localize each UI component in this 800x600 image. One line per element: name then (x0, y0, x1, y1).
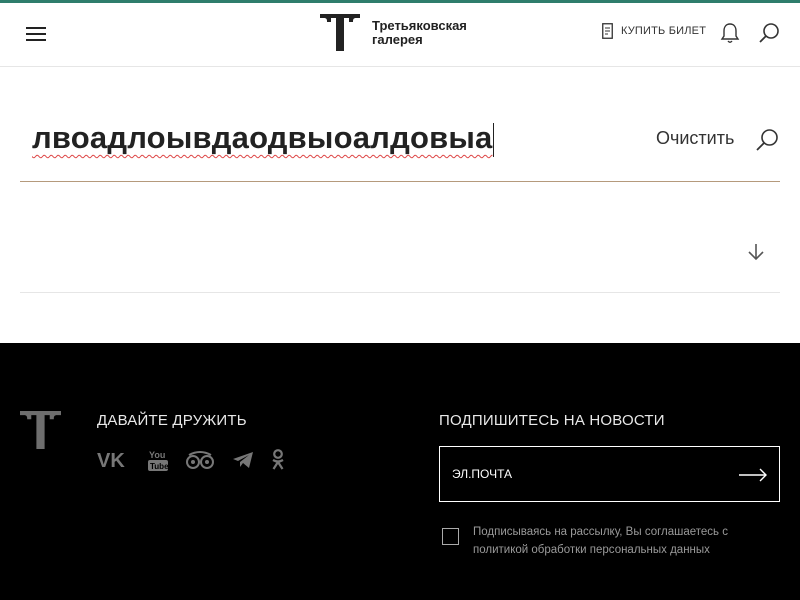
logo-line-2: галерея (372, 31, 423, 47)
site-footer: ДАВАЙТЕ ДРУЖИТЬ VK You Tube ПОДПИШИТЕСЬ … (0, 343, 800, 600)
search-input[interactable]: лвоадлоывдаодвыоалдовыа (32, 120, 495, 157)
svg-text:You: You (149, 450, 165, 460)
buy-ticket-label: КУПИТЬ БИЛЕТ (621, 25, 707, 37)
logo-t-icon (320, 14, 360, 51)
tripadvisor-icon[interactable] (185, 450, 215, 470)
arrow-down-icon[interactable] (746, 242, 766, 267)
clear-button[interactable]: Очистить (656, 128, 734, 149)
header-search-icon[interactable] (758, 22, 780, 49)
buy-ticket-button[interactable]: КУПИТЬ БИЛЕТ (602, 23, 706, 39)
newsletter-title: ПОДПИШИТЕСЬ НА НОВОСТИ (439, 412, 665, 429)
text-caret (493, 122, 495, 157)
odnoklassniki-icon[interactable] (271, 449, 285, 471)
arrow-right-icon[interactable] (738, 465, 768, 490)
svg-text:Tube: Tube (150, 462, 168, 471)
social-links: VK You Tube (97, 449, 302, 471)
vk-icon[interactable]: VK (97, 450, 131, 470)
logo-line-1: Третьяковская (372, 17, 467, 33)
telegram-icon[interactable] (232, 451, 254, 469)
email-field[interactable]: ЭЛ.ПОЧТА (439, 446, 780, 502)
youtube-icon[interactable]: You Tube (148, 449, 168, 471)
consent-checkbox[interactable] (442, 528, 459, 545)
ticket-icon (602, 23, 613, 39)
email-placeholder: ЭЛ.ПОЧТА (452, 467, 513, 481)
site-header: Третьяковская галерея КУПИТЬ БИЛЕТ (0, 3, 800, 67)
search-query-text: лвоадлоывдаодвыоалдовыа (32, 120, 493, 155)
results-filter-row (20, 182, 780, 293)
logo-text: Третьяковская галерея (372, 17, 467, 47)
svg-text:VK: VK (97, 450, 125, 470)
consent-text: Подписываясь на рассылку, Вы соглашаетес… (473, 526, 728, 556)
bell-icon[interactable] (720, 22, 740, 49)
search-field[interactable]: лвоадлоывдаодвыоалдовыа Очистить (20, 108, 780, 182)
footer-logo-icon[interactable] (20, 411, 61, 449)
menu-icon[interactable] (26, 27, 46, 41)
search-submit-icon[interactable] (755, 128, 779, 157)
logo[interactable]: Третьяковская галерея (320, 14, 467, 51)
friends-title: ДАВАЙТЕ ДРУЖИТЬ (97, 412, 247, 429)
